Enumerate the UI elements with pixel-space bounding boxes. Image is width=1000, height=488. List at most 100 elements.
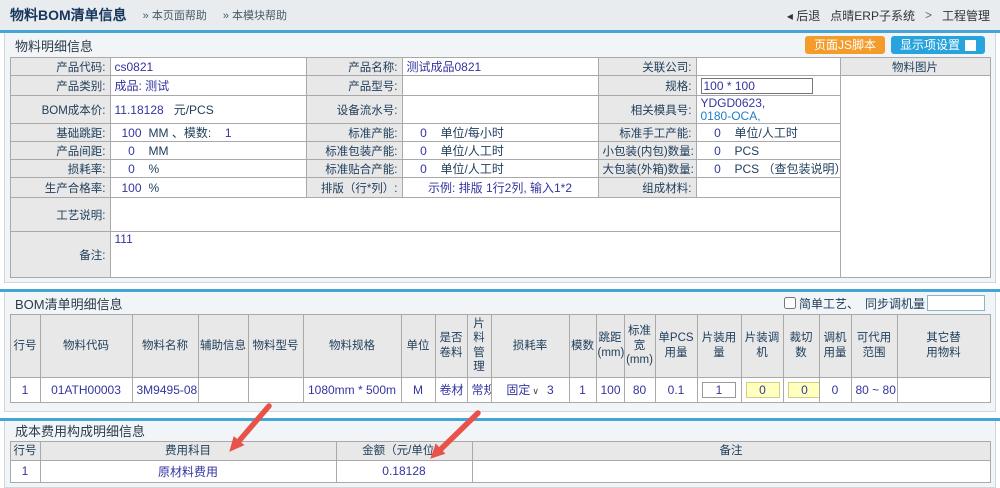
bom-col-header: 片料 管理	[467, 315, 491, 378]
bom-info-page: { "colors": { "accent_blue": "#45a6d3", …	[0, 0, 1000, 462]
bom-col-header: 裁切数	[783, 315, 819, 378]
field-label: 小包装(内包)数量:	[598, 142, 696, 160]
bom-col-header: 物料规格	[303, 315, 401, 378]
bom-col-header: 物料名称	[132, 315, 198, 378]
field-label: 产品类别:	[10, 76, 110, 96]
material-detail-section: 物料明细信息 页面JS脚本 显示项设置 产品代码: cs0821 产品名称: 测…	[0, 30, 1000, 283]
loss-rate-value: 3	[547, 383, 554, 397]
cut-count-input[interactable]	[788, 382, 820, 398]
loss-rate-value: 0%	[110, 160, 306, 178]
cost-amount: 0.18128	[336, 460, 472, 482]
loss-mode-select[interactable]: 固定∨	[506, 383, 539, 397]
cost-col-header: 费用科目	[40, 441, 336, 460]
std-laminate-capacity-value: 0单位/人工时	[402, 160, 598, 178]
std-manual-capacity-value: 0单位/人工时	[696, 124, 840, 142]
field-label: 标准贴合产能:	[306, 160, 402, 178]
base-pitch-value: 100MM 、模数:1	[110, 124, 306, 142]
related-company-value	[696, 58, 840, 76]
product-name-value: 测试成品0821	[402, 58, 598, 76]
bom-loss-rate-cell: 固定∨ 3	[491, 377, 569, 402]
inner-pack-qty-value: 0PCS	[696, 142, 840, 160]
cost-breakdown-panel: 成本费用构成明细信息 行号 费用科目 金额（元/单位） 备注 1 原材料费用 0…	[4, 421, 996, 488]
module-help-link[interactable]: » 本模块帮助	[223, 7, 287, 23]
sync-adjust-input[interactable]	[927, 295, 985, 311]
bom-modulus: 1	[569, 377, 596, 402]
field-label: 损耗率:	[10, 160, 110, 178]
field-label: 备注:	[10, 232, 110, 278]
bom-col-header: 片装用量	[697, 315, 741, 378]
mold-number-value: YDGD0623, 0180-OCA,	[696, 96, 840, 124]
field-label: 标准包装产能:	[306, 142, 402, 160]
field-label: 排版（行*列）:	[306, 178, 402, 198]
sheet-adjust-input[interactable]	[746, 382, 780, 398]
cost-col-header: 行号	[10, 441, 40, 460]
bom-col-header: 损耗率	[491, 315, 569, 378]
bom-col-header: 行号	[10, 315, 40, 378]
bom-adjust-usage: 0	[819, 377, 851, 402]
mold-number-1: YDGD0623,	[701, 97, 836, 110]
field-label: 工艺说明:	[10, 198, 110, 232]
bom-sheet-mgmt: 常规管理	[467, 377, 491, 402]
field-label: 标准产能:	[306, 124, 402, 142]
bom-pitch: 100	[596, 377, 624, 402]
field-label: 标准手工产能:	[598, 124, 696, 142]
topbar-right: ◂ 后退 点晴ERP子系统 > 工程管理	[787, 7, 990, 24]
detail-panel-title: 物料明细信息	[15, 36, 93, 55]
field-label: 规格:	[598, 76, 696, 96]
material-detail-table: 产品代码: cs0821 产品名称: 测试成品0821 关联公司: 物料图片 产…	[10, 57, 991, 278]
material-image-area	[840, 76, 990, 278]
bom-col-header: 是否 卷料	[435, 315, 467, 378]
field-label: 基础跳距:	[10, 124, 110, 142]
field-label: BOM成本价:	[10, 96, 110, 124]
device-serial-value	[402, 96, 598, 124]
bom-col-header: 单位	[401, 315, 435, 378]
bom-list-section: BOM清单明细信息 简单工艺、 同步调机量 行号 物料代码 物料名称 辅助信息 …	[0, 289, 1000, 412]
field-label: 关联公司:	[598, 58, 696, 76]
bom-col-header: 模数	[569, 315, 596, 378]
outer-pack-qty-value: 0PCS （查包装说明）	[696, 160, 840, 178]
product-code-value: cs0821	[110, 58, 306, 76]
back-link[interactable]: ◂ 后退	[787, 7, 820, 24]
bom-col-header: 辅助信息	[198, 315, 248, 378]
product-gap-value: 0MM	[110, 142, 306, 160]
material-detail-panel: 物料明细信息 页面JS脚本 显示项设置 产品代码: cs0821 产品名称: 测…	[4, 33, 996, 283]
breadcrumb-system[interactable]: 点晴ERP子系统	[830, 7, 915, 24]
simple-process-checkbox[interactable]	[784, 297, 796, 309]
field-label: 产品间距:	[10, 142, 110, 160]
cost-breakdown-section: 成本费用构成明细信息 行号 费用科目 金额（元/单位） 备注 1 原材料费用 0…	[0, 418, 1000, 488]
top-header-bar: 物料BOM清单信息 » 本页面帮助 » 本模块帮助 ◂ 后退 点晴ERP子系统 …	[0, 0, 1000, 30]
std-pack-capacity-value: 0单位/人工时	[402, 142, 598, 160]
material-image-header: 物料图片	[840, 58, 990, 76]
bom-list-panel: BOM清单明细信息 简单工艺、 同步调机量 行号 物料代码 物料名称 辅助信息 …	[4, 292, 996, 412]
cost-remark	[472, 460, 990, 482]
bom-is-roll: 卷材	[435, 377, 467, 402]
std-capacity-value: 0单位/每小时	[402, 124, 598, 142]
bom-col-header: 标准宽 (mm)	[624, 315, 655, 378]
page-js-script-button[interactable]: 页面JS脚本	[805, 36, 885, 54]
sync-adjust-label: 同步调机量	[865, 295, 925, 312]
sheet-usage-input[interactable]	[702, 382, 736, 398]
field-label: 大包装(外箱)数量:	[598, 160, 696, 178]
spec-input[interactable]	[701, 78, 813, 94]
chevron-down-icon: ∨	[532, 386, 539, 396]
pass-rate-value: 100%	[110, 178, 306, 198]
display-settings-button[interactable]: 显示项设置	[891, 36, 985, 54]
bom-unit: M	[401, 377, 435, 402]
display-settings-checkbox[interactable]	[965, 40, 976, 51]
cost-table-row: 1 原材料费用 0.18128	[10, 460, 990, 482]
page-help-link[interactable]: » 本页面帮助	[143, 7, 207, 23]
bom-line-no: 1	[10, 377, 40, 402]
mold-number-2-link[interactable]: 0180-OCA,	[701, 110, 836, 123]
bom-col-header: 物料型号	[248, 315, 303, 378]
field-label: 组成材料:	[598, 178, 696, 198]
bom-substitute-range: 80 ~ 80	[851, 377, 897, 402]
bom-col-header: 单PCS 用量	[655, 315, 697, 378]
bom-col-header: 片装调机	[741, 315, 783, 378]
breadcrumb-module[interactable]: 工程管理	[942, 7, 990, 24]
bom-col-header: 调机 用量	[819, 315, 851, 378]
bom-std-width: 80	[624, 377, 655, 402]
product-category-value: 成品: 测试	[110, 76, 306, 96]
remark-value: 111	[110, 232, 840, 278]
bom-options: 简单工艺、 同步调机量	[784, 295, 985, 312]
field-label: 生产合格率:	[10, 178, 110, 198]
